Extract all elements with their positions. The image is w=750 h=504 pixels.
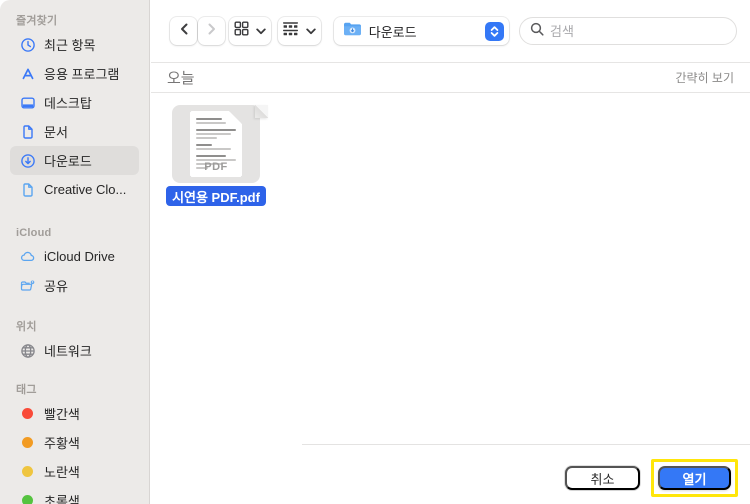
globe-icon	[20, 343, 36, 359]
sidebar-item-label: 최근 항목	[44, 38, 96, 53]
document-icon	[20, 124, 36, 140]
open-file-dialog: 즐겨찾기 최근 항목 응용 프로그램 데스크탑 문서 다운로드 Creative…	[0, 0, 750, 504]
forward-button[interactable]	[198, 17, 225, 45]
sidebar-section-tags: 태그	[16, 384, 37, 396]
open-button-highlight: 열기	[651, 459, 738, 497]
chevron-down-icon	[256, 22, 266, 40]
group-view-icon	[282, 21, 299, 41]
tag-dot-green	[22, 495, 33, 504]
shared-folder-icon	[20, 278, 36, 294]
sidebar-section-favorites: 즐겨찾기	[16, 15, 58, 27]
search-icon	[530, 22, 544, 41]
dialog-footer: 취소 열기	[302, 444, 750, 504]
dropdown-stepper-icon[interactable]	[484, 21, 504, 41]
sidebar-item-label: 노란색	[44, 465, 80, 480]
collapse-link[interactable]: 간략히 보기	[675, 69, 734, 86]
icon-view-button[interactable]	[229, 17, 271, 45]
sidebar: 즐겨찾기 최근 항목 응용 프로그램 데스크탑 문서 다운로드 Creative…	[0, 0, 150, 504]
sidebar-item-network[interactable]: 네트워크	[0, 336, 139, 365]
tag-dot-orange	[22, 437, 33, 448]
sidebar-item-label: 네트워크	[44, 344, 92, 359]
sidebar-item-recents[interactable]: 최근 항목	[0, 30, 139, 59]
downloads-folder-icon	[343, 21, 362, 41]
back-button[interactable]	[170, 17, 197, 45]
search-field[interactable]	[518, 17, 737, 45]
sidebar-item-tag-red[interactable]: 빨간색	[0, 399, 139, 428]
cloud-document-icon	[20, 182, 36, 198]
chevron-down-icon	[306, 22, 317, 40]
sidebar-section-icloud: iCloud	[16, 227, 52, 239]
sidebar-item-label: Creative Clo...	[44, 182, 127, 197]
sidebar-item-label: 응용 프로그램	[44, 67, 120, 82]
sidebar-item-desktop[interactable]: 데스크탑	[0, 88, 139, 117]
chevron-left-icon	[178, 22, 190, 41]
sidebar-item-label: 주황색	[44, 436, 80, 451]
sidebar-item-downloads[interactable]: 다운로드	[10, 146, 139, 175]
sidebar-item-label: 문서	[44, 125, 68, 140]
sidebar-item-label: 빨간색	[44, 407, 80, 422]
sidebar-item-documents[interactable]: 문서	[0, 117, 139, 146]
section-bar: 오늘 간략히 보기	[151, 62, 750, 93]
section-title: 오늘	[167, 70, 195, 87]
file-icon-selection: PDF	[172, 105, 268, 183]
sidebar-item-icloud-drive[interactable]: iCloud Drive	[0, 242, 139, 271]
open-button[interactable]: 열기	[658, 466, 731, 490]
main-panel: 다운로드 오늘 간략히 보기	[151, 0, 750, 504]
sidebar-section-locations: 위치	[16, 321, 37, 333]
sidebar-item-tag-orange[interactable]: 주황색	[0, 428, 139, 457]
download-icon	[20, 153, 36, 169]
sidebar-item-label: 데스크탑	[44, 96, 92, 111]
pdf-badge-label: PDF	[204, 161, 228, 173]
folder-dropdown-label: 다운로드	[368, 24, 417, 40]
cancel-button[interactable]: 취소	[565, 466, 640, 490]
sidebar-item-label: iCloud Drive	[44, 249, 115, 264]
group-view-button[interactable]	[277, 17, 321, 45]
pdf-file-icon: PDF	[190, 111, 242, 177]
file-name-label: 시연용 PDF.pdf	[166, 186, 266, 206]
sidebar-item-applications[interactable]: 응용 프로그램	[0, 59, 139, 88]
sidebar-item-tag-yellow[interactable]: 노란색	[0, 457, 139, 486]
file-browser-area: PDF 시연용 PDF.pdf	[151, 93, 750, 442]
desktop-icon	[20, 95, 36, 111]
sidebar-item-creative-cloud[interactable]: Creative Clo...	[0, 175, 139, 204]
toolbar: 다운로드	[151, 0, 750, 62]
chevron-right-icon	[206, 22, 218, 41]
nav-buttons	[170, 17, 225, 45]
appstore-icon	[20, 66, 36, 82]
clock-icon	[20, 37, 36, 53]
cloud-icon	[20, 249, 36, 265]
file-tile-pdf[interactable]: PDF 시연용 PDF.pdf	[166, 105, 268, 206]
tag-dot-yellow	[22, 466, 33, 477]
sidebar-item-label: 공유	[44, 279, 68, 294]
folder-dropdown[interactable]: 다운로드	[333, 17, 509, 45]
tag-dot-red	[22, 408, 33, 419]
sidebar-item-tag-green[interactable]: 초록색	[0, 486, 139, 504]
grid-view-icon	[234, 21, 249, 41]
sidebar-item-label: 초록색	[44, 494, 80, 504]
sidebar-item-label: 다운로드	[44, 154, 92, 169]
search-input[interactable]	[549, 23, 726, 39]
page-fold-corner	[255, 105, 268, 118]
sidebar-item-shared[interactable]: 공유	[0, 271, 139, 300]
